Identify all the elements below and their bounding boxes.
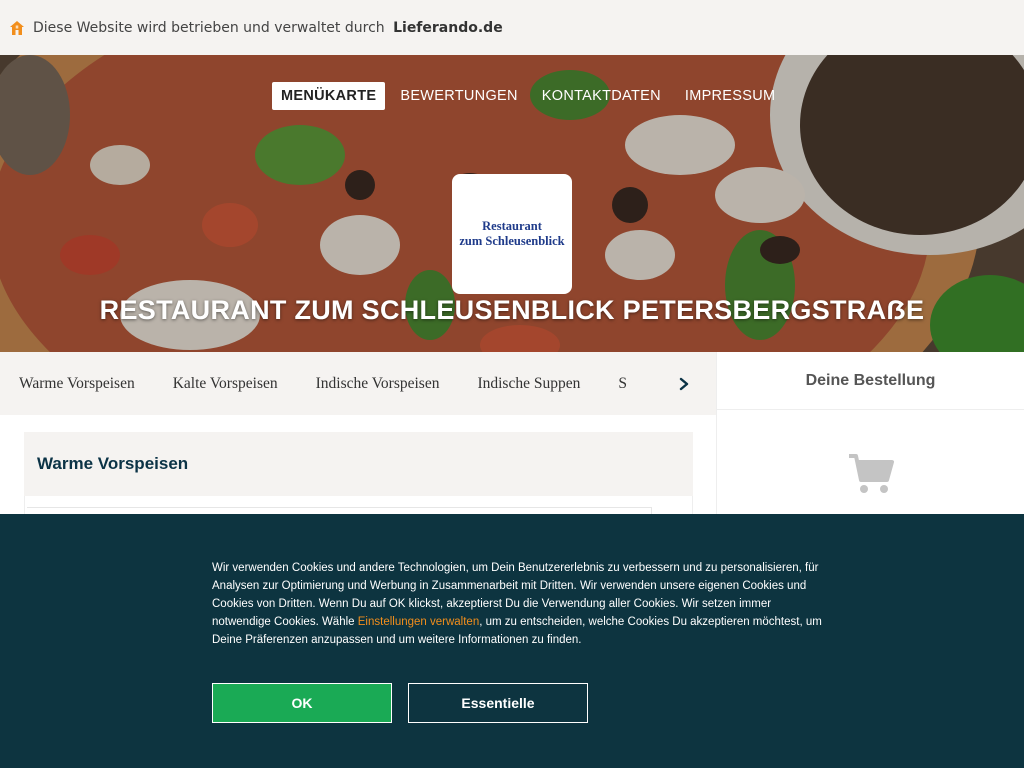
category-scroll-right-button[interactable] <box>645 352 716 415</box>
cookie-ok-button[interactable]: OK <box>212 683 392 723</box>
restaurant-logo: Restaurant zum Schleusenblick <box>452 174 572 294</box>
operator-notice: Diese Website wird betrieben und verwalt… <box>33 20 503 36</box>
operator-notice-text: Diese Website wird betrieben und verwalt… <box>33 19 385 36</box>
cookie-essential-button[interactable]: Essentielle <box>408 683 588 723</box>
top-navigation: MENÜKARTE BEWERTUNGEN KONTAKTDATEN IMPRE… <box>272 82 790 110</box>
category-list: Warme Vorspeisen Kalte Vorspeisen Indisc… <box>19 352 665 415</box>
cart-icon <box>849 454 894 493</box>
nav-kontaktdaten[interactable]: KONTAKTDATEN <box>533 82 670 110</box>
nav-impressum[interactable]: IMPRESSUM <box>676 82 785 110</box>
restaurant-title: RESTAURANT ZUM SCHLEUSENBLICK PETERSBERG… <box>99 295 925 325</box>
category-warme-vorspeisen[interactable]: Warme Vorspeisen <box>19 375 135 393</box>
hero-banner: MENÜKARTE BEWERTUNGEN KONTAKTDATEN IMPRE… <box>0 55 1024 352</box>
operator-brand-link[interactable]: Lieferando.de <box>393 20 503 36</box>
home-icon <box>9 20 25 36</box>
category-kalte-vorspeisen[interactable]: Kalte Vorspeisen <box>173 375 278 393</box>
order-header: Deine Bestellung <box>717 352 1024 410</box>
cookie-settings-link[interactable]: Einstellungen verwalten <box>358 616 479 628</box>
section-title: Warme Vorspeisen <box>37 454 189 473</box>
nav-menukarte[interactable]: MENÜKARTE <box>272 82 386 110</box>
logo-line-2: zum Schleusenblick <box>459 234 565 248</box>
category-bar: Warme Vorspeisen Kalte Vorspeisen Indisc… <box>0 352 716 415</box>
menu-item-card[interactable] <box>24 496 693 527</box>
category-truncated[interactable]: S <box>618 375 627 393</box>
operator-notice-bar: Diese Website wird betrieben und verwalt… <box>0 0 1024 55</box>
category-indische-suppen[interactable]: Indische Suppen <box>477 375 580 393</box>
chevron-right-icon <box>679 377 688 390</box>
nav-bewertungen[interactable]: BEWERTUNGEN <box>391 82 526 110</box>
section-header: Warme Vorspeisen <box>24 432 693 496</box>
cookie-banner: Wir verwenden Cookies und andere Technol… <box>0 514 1024 768</box>
order-title: Deine Bestellung <box>805 371 936 389</box>
category-indische-vorspeisen[interactable]: Indische Vorspeisen <box>316 375 440 393</box>
logo-line-1: Restaurant <box>482 219 542 233</box>
cookie-text: Wir verwenden Cookies und andere Technol… <box>212 559 822 649</box>
